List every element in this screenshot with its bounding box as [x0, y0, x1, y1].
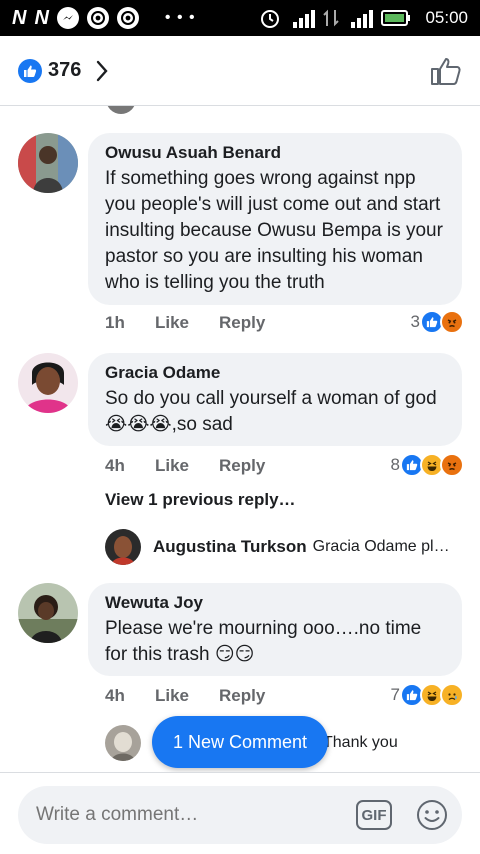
status-bar: N N • • • 05:00 [0, 0, 480, 36]
sad-reaction-icon [440, 683, 464, 707]
avatar[interactable] [18, 353, 78, 413]
clock-time: 05:00 [425, 8, 468, 27]
battery-icon [381, 9, 411, 27]
notification-n-icon: N [34, 6, 49, 29]
avatar[interactable] [105, 529, 141, 565]
reply-button[interactable]: Reply [219, 686, 265, 706]
comment-input[interactable] [36, 804, 356, 826]
status-right-icons: 05:00 [259, 7, 468, 29]
comment-feed[interactable]: Owusu Asuah Benard If something goes wro… [0, 106, 480, 772]
like-button[interactable]: Like [155, 456, 189, 476]
comment-bubble[interactable]: Gracia Odame So do you call yourself a w… [88, 353, 462, 446]
reply-author[interactable]: Augustina Turkson [153, 537, 307, 557]
comment-author[interactable]: Owusu Asuah Benard [105, 143, 446, 163]
comment-bubble[interactable]: Owusu Asuah Benard If something goes wro… [88, 133, 462, 305]
status-left-icons: N N • • • [12, 7, 196, 30]
avatar[interactable] [18, 133, 78, 193]
comment-author[interactable]: Wewuta Joy [105, 593, 446, 613]
comment-text: So do you call yourself a woman of god 😭… [105, 388, 437, 435]
signal-strength-icon [289, 8, 316, 28]
like-button[interactable]: Like [155, 686, 189, 706]
reaction-count[interactable]: 376 [48, 59, 81, 82]
comment-timestamp: 4h [105, 456, 125, 475]
chevron-right-icon[interactable] [95, 59, 109, 83]
messenger-icon [56, 7, 79, 29]
comment-text: Please we're mourning ooo….no time for t… [105, 618, 422, 665]
avatar[interactable] [105, 725, 141, 761]
reply-text: Gracia Odame pl… [312, 538, 450, 555]
comment-timestamp: 1h [105, 313, 125, 332]
new-comment-button[interactable]: 1 New Comment [152, 716, 328, 768]
reaction-count: 7 [390, 685, 400, 704]
reply-button[interactable]: Reply [219, 313, 265, 333]
comment-actions: 4h Like Reply [105, 686, 295, 706]
chrome-icon [116, 7, 139, 29]
comment-text: If something goes wrong against npp you … [105, 168, 443, 293]
comment-actions: 1h Like Reply [105, 313, 295, 333]
angry-reaction-icon [440, 453, 464, 477]
reply-text: Thank you [323, 734, 398, 751]
gif-button[interactable]: GIF [356, 800, 392, 830]
like-post-button[interactable] [430, 56, 462, 86]
reaction-count: 3 [410, 312, 420, 331]
data-transfer-icon [323, 8, 340, 28]
view-previous-replies-link[interactable]: View 1 previous reply… [105, 490, 296, 510]
comment-timestamp: 4h [105, 686, 125, 705]
reaction-summary[interactable]: 3 [411, 310, 464, 334]
like-button[interactable]: Like [155, 313, 189, 333]
reply-button[interactable]: Reply [219, 456, 265, 476]
reactions-header: 376 [0, 36, 480, 106]
chrome-icon [86, 7, 109, 29]
alarm-icon [259, 7, 281, 29]
notification-n-icon: N [12, 6, 27, 29]
comment-composer[interactable]: GIF [18, 786, 462, 844]
reply-preview[interactable]: Augustina Turkson Gracia Odame pl… [105, 529, 465, 565]
comment-author[interactable]: Gracia Odame [105, 363, 446, 383]
comment-actions: 4h Like Reply [105, 456, 295, 476]
signal-strength-icon [347, 8, 374, 28]
reaction-summary[interactable]: 7 [391, 683, 464, 707]
more-notifications-dots: • • • [164, 9, 196, 26]
angry-reaction-icon [440, 310, 464, 334]
like-reaction-icon [18, 58, 42, 83]
emoji-icon[interactable] [416, 799, 448, 831]
reaction-count: 8 [390, 455, 400, 474]
comment-bubble[interactable]: Wewuta Joy Please we're mourning ooo….no… [88, 583, 462, 676]
avatar[interactable] [18, 583, 78, 643]
reaction-summary[interactable]: 8 [391, 453, 464, 477]
comment-composer-bar: GIF [0, 772, 480, 854]
avatar [106, 106, 136, 114]
